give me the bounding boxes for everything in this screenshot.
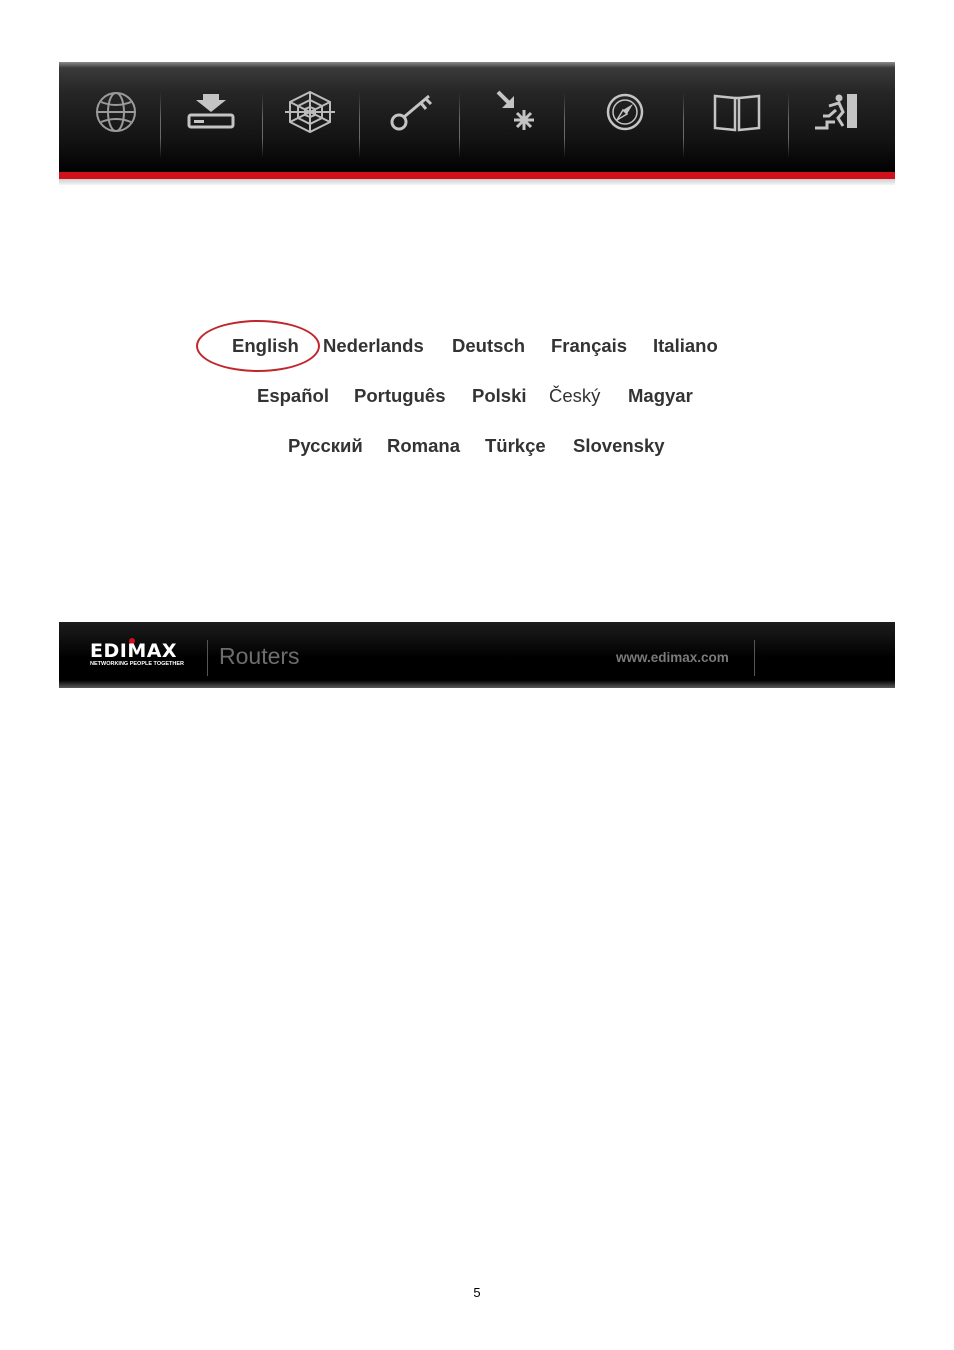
router-setup-window: English Nederlands Deutsch Français Ital… [59,62,895,688]
footer-bar: EDIMAX NETWORKING PEOPLE TOGETHER Router… [59,622,895,688]
language-magyar[interactable]: Magyar [628,381,693,411]
accent-stripe [59,172,895,179]
globe-icon[interactable] [86,84,146,140]
product-title: Routers [219,643,300,669]
language-row-1: English Nederlands Deutsch Français Ital… [59,331,895,361]
open-book-icon[interactable] [707,84,767,140]
nav-divider [459,92,460,158]
language-turkce[interactable]: Türkçe [485,431,546,461]
edimax-logo: EDIMAX NETWORKING PEOPLE TOGETHER [90,638,200,670]
language-italiano[interactable]: Italiano [653,331,718,361]
top-navigation-bar [59,62,895,174]
footer-divider [207,640,208,676]
language-francais[interactable]: Français [551,331,627,361]
language-cesky[interactable]: Český [549,381,600,411]
language-polski[interactable]: Polski [472,381,527,411]
language-deutsch[interactable]: Deutsch [452,331,525,361]
language-portugues[interactable]: Português [354,381,445,411]
spider-web-icon[interactable] [280,84,340,140]
key-icon[interactable] [382,84,442,140]
compass-icon[interactable] [595,84,655,140]
exit-stairs-icon[interactable] [805,84,865,140]
footer-divider [754,640,755,676]
logo-wordmark: EDIMAX [90,640,178,662]
language-nederlands[interactable]: Nederlands [323,331,424,361]
nav-divider [262,92,263,158]
language-russian[interactable]: Русский [288,431,363,461]
nav-divider [359,92,360,158]
language-row-3: Русский Romana Türkçe Slovensky [59,431,895,461]
nav-divider [564,92,565,158]
language-slovensky[interactable]: Slovensky [573,431,665,461]
nav-divider [160,92,161,158]
header-shadow [59,179,895,185]
nav-divider [788,92,789,158]
website-link[interactable]: www.edimax.com [616,650,729,665]
star-arrow-icon[interactable] [483,84,543,140]
download-device-icon[interactable] [181,84,241,140]
language-romana[interactable]: Romana [387,431,460,461]
page-number: 5 [473,1285,481,1300]
logo-tagline: NETWORKING PEOPLE TOGETHER [90,661,185,667]
nav-divider [683,92,684,158]
language-espanol[interactable]: Español [257,381,329,411]
language-row-2: Español Português Polski Český Magyar [59,381,895,411]
selection-highlight-circle [196,320,320,372]
